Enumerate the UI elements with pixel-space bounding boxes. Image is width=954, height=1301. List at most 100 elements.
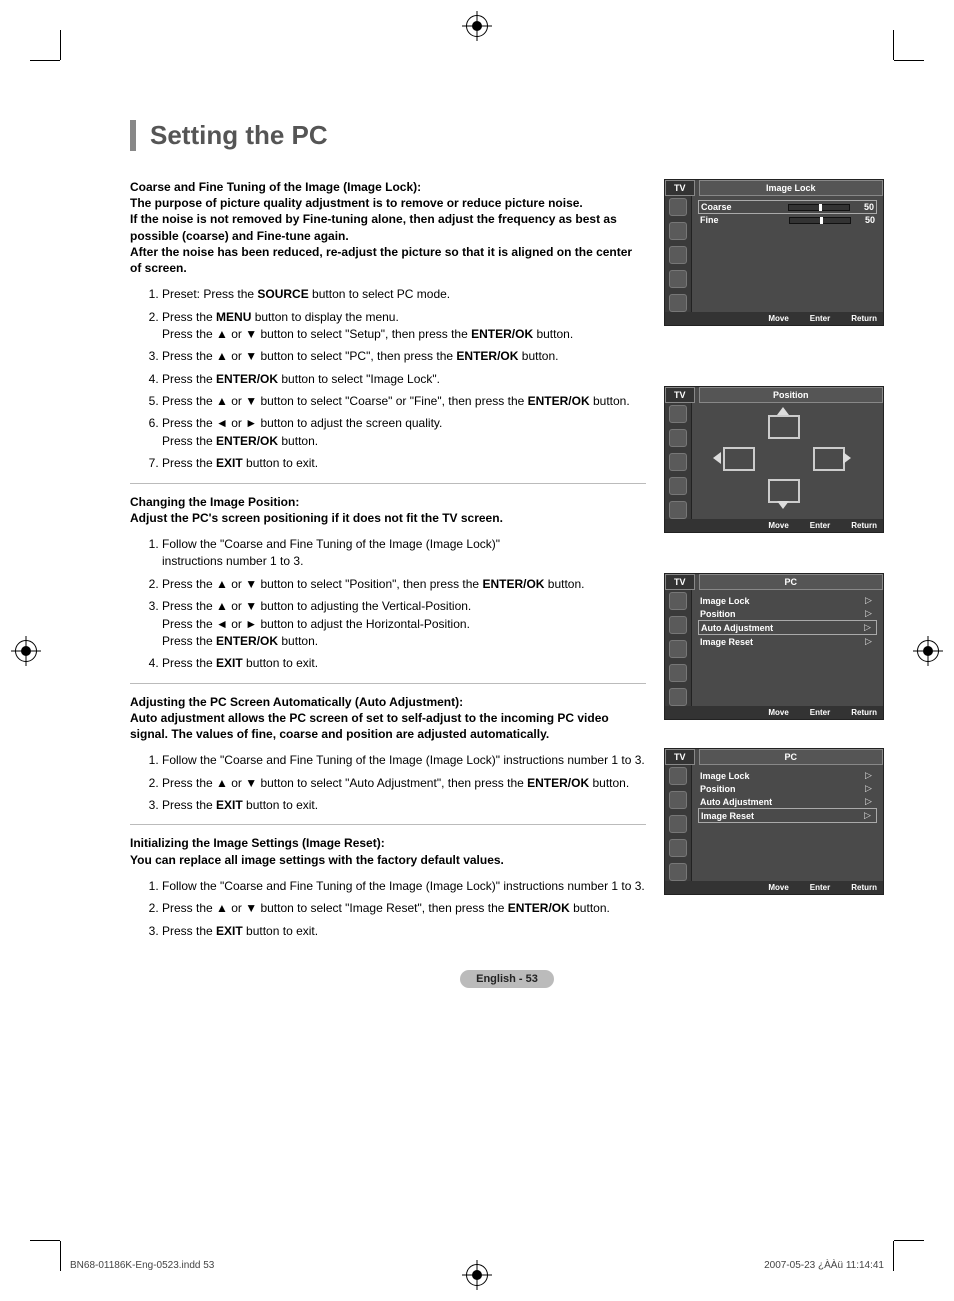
osd-tv-label: TV [665, 574, 695, 590]
step-item: Press the EXIT button to exit. [162, 455, 646, 472]
chevron-right-icon: ▷ [864, 810, 874, 821]
imprint-right: 2007-05-23 ¿ÀÀü 11:14:41 [764, 1260, 884, 1271]
slider-value: 50 [856, 202, 874, 212]
osd-title: Position [699, 387, 883, 403]
divider [130, 483, 646, 484]
section4-intro: Initializing the Image Settings (Image R… [130, 835, 646, 867]
step-item: Press the ▲ or ▼ button to select "PC", … [162, 348, 646, 365]
menu-icon [669, 501, 687, 519]
menu-icon [669, 688, 687, 706]
return-hint: Return [840, 708, 877, 717]
chevron-right-icon: ▷ [864, 622, 874, 633]
move-hint: Move [757, 521, 788, 530]
menu-icon [669, 791, 687, 809]
step-item: Press the EXIT button to exit. [162, 923, 646, 940]
step-item: Follow the "Coarse and Fine Tuning of th… [162, 878, 646, 895]
osd-row-label: Image Reset [700, 637, 859, 647]
step-item: Press the ENTER/OK button to select "Ima… [162, 371, 646, 388]
position-diagram [698, 407, 877, 507]
osd-tv-label: TV [665, 387, 695, 403]
menu-icon [669, 592, 687, 610]
osd-row[interactable]: Image Lock▷ [698, 594, 877, 607]
menu-icon [669, 863, 687, 881]
slider-bar[interactable] [788, 204, 850, 211]
osd-row-label: Auto Adjustment [701, 623, 858, 633]
chevron-right-icon: ▷ [865, 796, 875, 807]
menu-icon [669, 198, 687, 216]
step-item: Follow the "Coarse and Fine Tuning of th… [162, 752, 646, 769]
divider [130, 824, 646, 825]
osd-row[interactable]: Image Reset ▷ [698, 635, 877, 648]
menu-icon [669, 405, 687, 423]
osd-row[interactable]: Auto Adjustment ▷ [698, 795, 877, 808]
return-hint: Return [840, 521, 877, 530]
menu-icon [669, 246, 687, 264]
chevron-right-icon: ▷ [865, 608, 875, 619]
osd-row[interactable]: Coarse 50 [698, 200, 877, 214]
move-hint: Move [757, 314, 788, 323]
return-hint: Return [840, 314, 877, 323]
return-hint: Return [840, 883, 877, 892]
osd-row[interactable]: Position ▷ [698, 782, 877, 795]
menu-icon [669, 477, 687, 495]
osd-pc-reset: TVPC Image Lock▷Position▷Auto Adjustment… [664, 748, 884, 895]
step-item: Press the ▲ or ▼ button to select "Coars… [162, 393, 646, 410]
enter-hint: Enter [799, 521, 830, 530]
menu-icon [669, 616, 687, 634]
menu-icon [669, 270, 687, 288]
osd-title: PC [699, 749, 883, 765]
menu-icon [669, 839, 687, 857]
menu-icon [669, 664, 687, 682]
menu-icon [669, 767, 687, 785]
osd-row-label: Position [700, 784, 859, 794]
osd-row-label: Fine [700, 215, 783, 225]
osd-row-label: Image Lock [700, 771, 859, 781]
section1-steps: Preset: Press the SOURCE button to selec… [130, 286, 646, 473]
chevron-right-icon: ▷ [865, 636, 875, 647]
osd-row[interactable]: Image Reset▷ [698, 808, 877, 823]
slider-bar[interactable] [789, 217, 851, 224]
osd-row-label: Auto Adjustment [700, 797, 859, 807]
step-item: Press the MENU button to display the men… [162, 309, 646, 344]
section2-intro: Changing the Image Position:Adjust the P… [130, 494, 646, 526]
osd-row[interactable]: Image Lock▷ [698, 769, 877, 782]
menu-icon [669, 222, 687, 240]
page-number: English - 53 [460, 970, 554, 988]
osd-title: Image Lock [699, 180, 883, 196]
osd-row[interactable]: Auto Adjustment ▷ [698, 620, 877, 635]
osd-row[interactable]: Position ▷ [698, 607, 877, 620]
enter-hint: Enter [799, 314, 830, 323]
osd-row-label: Position [700, 609, 859, 619]
menu-icon [669, 429, 687, 447]
menu-icon [669, 453, 687, 471]
step-item: Press the ▲ or ▼ button to select "Auto … [162, 775, 646, 792]
slider-value: 50 [857, 215, 875, 225]
imprint-left: BN68-01186K-Eng-0523.indd 53 [70, 1260, 214, 1271]
step-item: Press the ▲ or ▼ button to select "Image… [162, 900, 646, 917]
osd-title: PC [699, 574, 883, 590]
section3-intro: Adjusting the PC Screen Automatically (A… [130, 694, 646, 743]
osd-image-lock: TVImage Lock Coarse 50 Fine 50 Move Enter Ret… [664, 179, 884, 326]
step-item: Preset: Press the SOURCE button to selec… [162, 286, 646, 303]
step-item: Follow the "Coarse and Fine Tuning of th… [162, 536, 646, 571]
menu-icon [669, 815, 687, 833]
menu-icon [669, 640, 687, 658]
chevron-right-icon: ▷ [865, 783, 875, 794]
step-item: Press the EXIT button to exit. [162, 797, 646, 814]
osd-row[interactable]: Fine 50 [698, 214, 877, 226]
move-hint: Move [757, 883, 788, 892]
section1-intro: Coarse and Fine Tuning of the Image (Ima… [130, 179, 646, 276]
menu-icon [669, 294, 687, 312]
page-title: Setting the PC [150, 120, 884, 151]
osd-position: TVPosition [664, 386, 884, 533]
divider [130, 683, 646, 684]
move-hint: Move [757, 708, 788, 717]
osd-tv-label: TV [665, 749, 695, 765]
step-item: Press the EXIT button to exit. [162, 655, 646, 672]
osd-tv-label: TV [665, 180, 695, 196]
step-item: Press the ◄ or ► button to adjust the sc… [162, 415, 646, 450]
enter-hint: Enter [799, 883, 830, 892]
osd-pc-auto: TVPC Image Lock▷Position▷Auto Adjustment… [664, 573, 884, 720]
section3-steps: Follow the "Coarse and Fine Tuning of th… [130, 752, 646, 814]
osd-row-label: Coarse [701, 202, 782, 212]
